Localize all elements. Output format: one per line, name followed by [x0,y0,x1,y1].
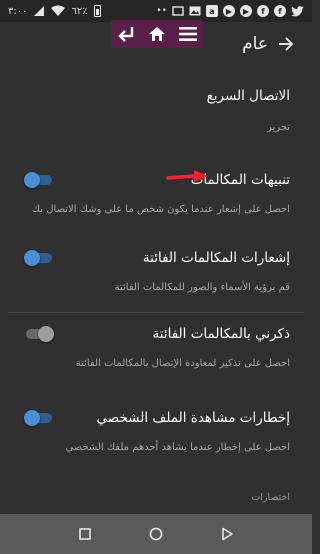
facebook-icon: f [257,5,269,17]
setting-subtitle: احصل على إشعار عندما يكون شخص ما على وشك… [31,204,290,215]
setting-subtitle: تحرير [266,122,290,133]
cast-icon [172,6,184,16]
return-arrow-icon [118,27,134,42]
call-alerts-toggle[interactable] [24,172,54,188]
overlay-toolbox [111,20,203,48]
setting-subtitle: احصل على تذكير لمعاودة الإتصال بالمكالما… [75,358,290,369]
undo-button[interactable] [114,22,138,46]
youtube-icon: ▶ [240,5,252,17]
square-icon [79,528,92,540]
menu-button[interactable] [176,22,200,46]
arrow-right-icon [279,37,294,51]
navigation-bar [0,514,312,554]
section-footer: اختصارات [251,492,290,503]
status-time: ٣:٠٠ [8,5,28,17]
divider [8,312,304,313]
setting-subtitle: قم برؤية الأسماء والصور للمكالمات الفائت… [114,282,290,293]
home-button[interactable] [145,22,169,46]
wifi-icon [51,5,66,16]
hamburger-menu-icon [178,27,197,41]
recent-apps-button[interactable] [74,523,96,545]
setting-title: الاتصال السريع [206,88,290,104]
missed-call-reminder-toggle[interactable] [24,326,54,342]
missed-call-notifications-toggle[interactable] [24,250,54,266]
setting-title: إشعارات المكالمات الفائتة [142,250,290,266]
battery-icon [93,5,101,17]
facebook-icon: f [274,5,286,17]
page-title: عام [242,34,268,54]
amazon-icon: a [206,5,218,17]
status-bar: ٣:٠٠ ٦٢٪ •• a ▶ ▶ f f [0,0,312,22]
battery-level: ٦٢٪ [71,5,88,17]
home-nav-button[interactable] [145,523,167,545]
home-icon [148,27,165,41]
red-arrow-icon [166,170,208,182]
back-button[interactable] [274,32,298,56]
setting-title: إخطارات مشاهدة الملف الشخصي [96,410,291,426]
status-right: •• a ▶ ▶ f f [156,5,304,17]
twitter-icon [291,5,304,16]
youtube-icon: ▶ [223,5,235,17]
back-nav-button[interactable] [216,523,238,545]
status-left: ٣:٠٠ ٦٢٪ [8,5,101,17]
signal-icon [34,6,45,16]
triangle-icon [221,527,233,541]
setting-title: ذكرني بالمكالمات الفائتة [152,326,290,342]
dots-icon: •• [156,6,167,16]
circle-icon [149,527,163,541]
image-icon [189,6,201,16]
setting-subtitle: احصل على إخطار عندما يشاهد أحدهم ملفك ال… [65,442,290,453]
profile-view-notifications-toggle[interactable] [24,410,54,426]
